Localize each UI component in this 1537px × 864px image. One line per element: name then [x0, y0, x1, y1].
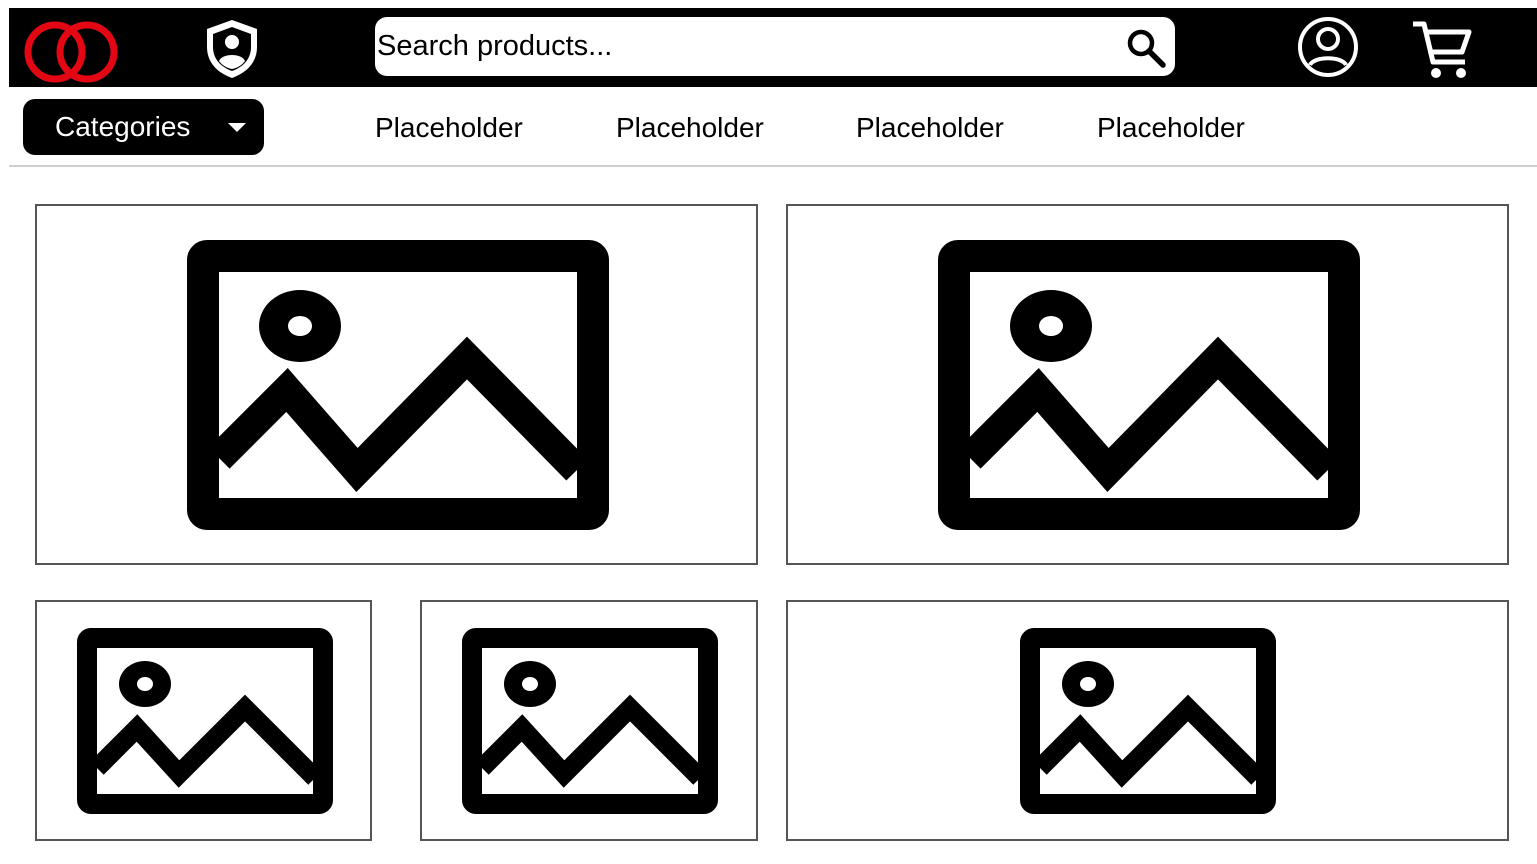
category-nav-bar: Categories Placeholder Placeholder Place… — [9, 87, 1537, 167]
image-placeholder-card-2[interactable] — [786, 204, 1509, 565]
storefront-page: Categories Placeholder Placeholder Place… — [9, 8, 1537, 864]
search-bar — [375, 17, 1175, 76]
nav-link-1[interactable]: Placeholder — [375, 112, 523, 144]
categories-label: Categories — [55, 111, 191, 142]
image-placeholder-card-5[interactable] — [786, 600, 1509, 841]
top-header-bar — [9, 8, 1537, 87]
nav-link-2[interactable]: Placeholder — [616, 112, 764, 144]
categories-dropdown-button[interactable]: Categories — [23, 99, 264, 155]
image-placeholder-card-3[interactable] — [35, 600, 372, 841]
image-placeholder-card-1[interactable] — [35, 204, 758, 565]
caret-down-icon — [228, 123, 246, 132]
search-input[interactable] — [375, 17, 1115, 76]
nav-link-4[interactable]: Placeholder — [1097, 112, 1245, 144]
nav-link-3[interactable]: Placeholder — [856, 112, 1004, 144]
image-placeholder-icon — [462, 628, 718, 814]
search-icon[interactable] — [1125, 27, 1169, 69]
image-placeholder-icon — [77, 628, 333, 814]
user-account-icon[interactable] — [1296, 15, 1360, 79]
shield-user-icon[interactable] — [201, 16, 263, 80]
image-placeholder-icon — [187, 240, 609, 530]
image-placeholder-card-4[interactable] — [420, 600, 758, 841]
image-placeholder-icon — [1020, 628, 1276, 814]
logo-rings-icon[interactable] — [21, 12, 121, 88]
image-placeholder-icon — [938, 240, 1360, 530]
shopping-cart-icon[interactable] — [1409, 16, 1475, 80]
